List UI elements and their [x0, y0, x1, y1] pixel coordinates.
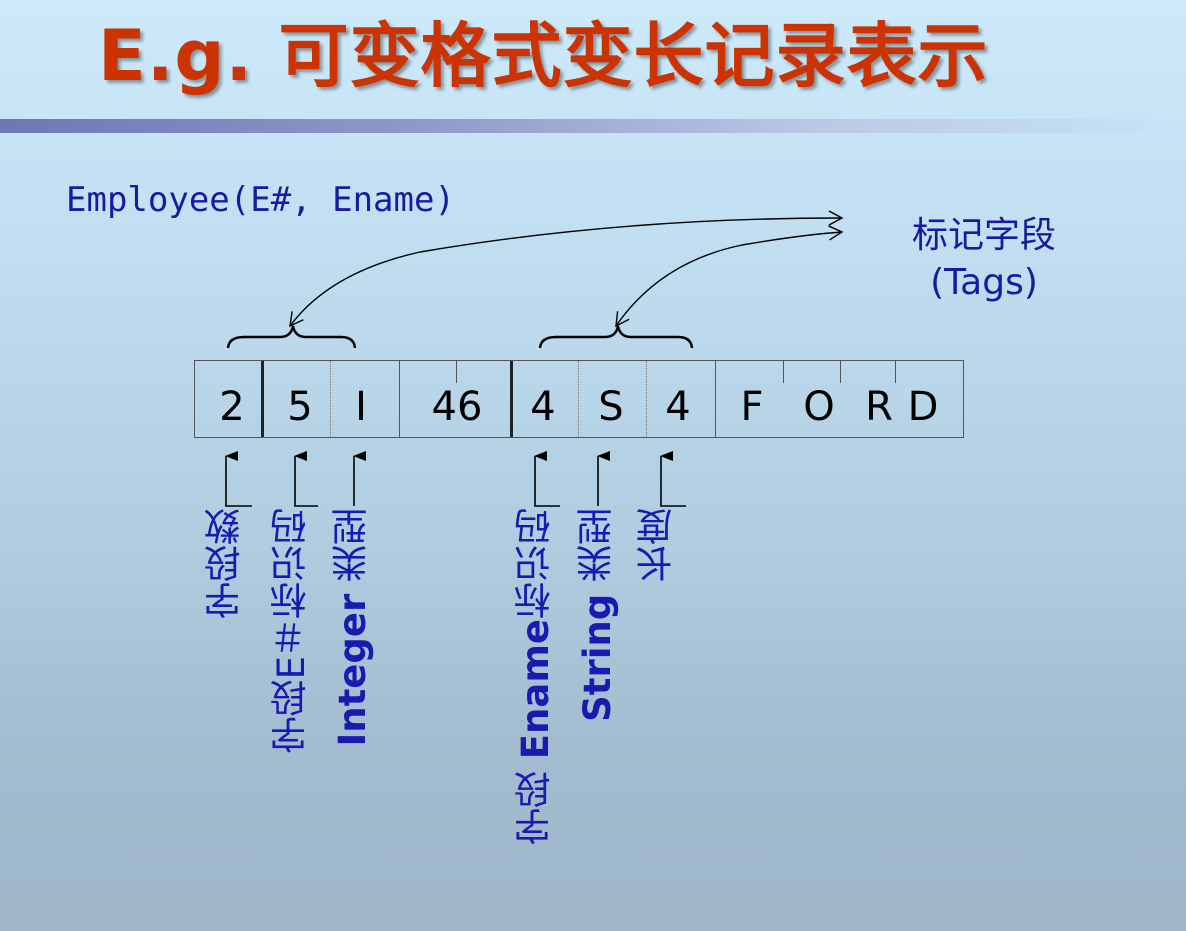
schema-text: Employee(E#, Ename) — [66, 180, 455, 220]
cell-separator — [330, 361, 331, 437]
cell-char: R — [865, 384, 893, 430]
byte-tick — [456, 361, 457, 383]
byte-tick — [783, 361, 784, 383]
page-title: E.g. 可变格式变长记录表示 — [98, 15, 989, 97]
record-box: 2 5 I 46 4 S 4 F O R D — [194, 360, 964, 438]
left-brace — [226, 325, 357, 349]
cell-field-count: 2 — [219, 384, 245, 430]
label-ename-id: 字段 Ename标识码 — [514, 508, 557, 845]
pointer-line — [534, 451, 560, 507]
connector-overlay — [225, 210, 844, 507]
tags-arrow-left — [419, 210, 844, 253]
label-length: 长度 — [636, 508, 679, 582]
cell-separator — [510, 361, 513, 437]
tags-label-cn: 标记字段 — [911, 215, 1056, 256]
cell-separator — [261, 361, 264, 437]
cell-separator — [646, 361, 647, 437]
label-field-count: 字段数 — [204, 508, 247, 619]
pointer-line — [660, 451, 686, 507]
cell-char: F — [740, 384, 764, 430]
cell-separator — [399, 361, 400, 437]
tags-arrow-left — [289, 251, 421, 328]
byte-tick — [895, 361, 896, 383]
right-brace — [538, 325, 694, 349]
label-string-type: String 类型 — [576, 508, 619, 722]
byte-tick — [840, 361, 841, 383]
cell-int-type: I — [355, 384, 367, 430]
cell-ename-id: 4 — [530, 384, 556, 430]
cell-char: O — [803, 384, 835, 430]
tags-arrow-right — [615, 244, 743, 328]
cell-e-id: 5 — [287, 384, 313, 430]
label-e-id: 字段E＃标识码 — [270, 508, 313, 754]
pointer-line — [225, 451, 252, 507]
cell-char: D — [907, 384, 939, 430]
title-underline-bar — [0, 119, 1186, 133]
cell-separator — [578, 361, 579, 437]
cell-e-value: 46 — [431, 384, 483, 430]
cell-separator — [715, 361, 716, 437]
pointer-line — [294, 451, 318, 507]
cell-string-type: S — [598, 384, 624, 430]
tags-arrow-right — [741, 225, 844, 246]
cell-length: 4 — [665, 384, 691, 430]
tags-label-en: (Tags) — [930, 262, 1038, 303]
label-integer-type: Integer 类型 — [331, 508, 374, 747]
